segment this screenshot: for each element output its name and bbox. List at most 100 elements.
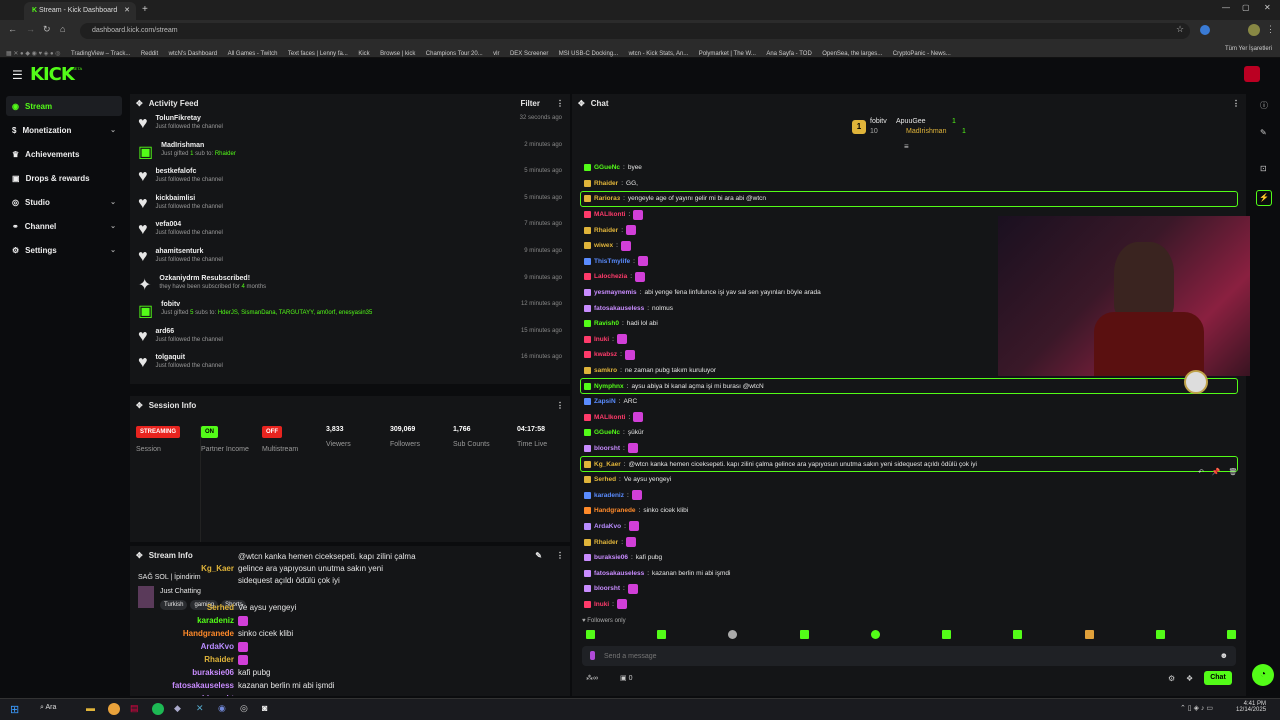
feed-username[interactable]: ard66 <box>156 328 223 335</box>
spotify-icon[interactable] <box>152 703 164 715</box>
chat-username[interactable]: Inuki <box>594 336 609 343</box>
app-icon[interactable]: ◎ <box>240 703 248 714</box>
bookmark-item[interactable]: OpenSea, the larges... <box>822 51 882 57</box>
chat-username[interactable]: Rariorаз <box>594 195 620 202</box>
drag-handle-icon[interactable]: ✥ <box>136 401 143 410</box>
discord-icon[interactable]: ◉ <box>218 703 226 714</box>
delete-icon[interactable]: 🗑 <box>1229 468 1238 476</box>
chat-username[interactable]: ArdaKvo <box>594 523 621 530</box>
chat-username[interactable]: Lalochezia <box>594 273 627 280</box>
chat-username[interactable]: Ravish0 <box>594 320 619 327</box>
reload-icon[interactable]: ↻ <box>43 24 51 35</box>
chat-username[interactable]: MALIkonti <box>594 414 625 421</box>
chat-username[interactable]: GGueNc <box>594 164 620 171</box>
obs-icon[interactable]: ◙ <box>262 703 267 713</box>
emote-icon[interactable] <box>1084 630 1094 639</box>
chat-username[interactable]: kwabsz <box>594 351 617 358</box>
chat-username[interactable]: ThisTmylife <box>594 258 630 265</box>
feed-username[interactable]: ahamitsenturk <box>156 248 223 255</box>
bookmark-item[interactable]: TradingView – Track... <box>71 51 130 57</box>
feed-username[interactable]: tolgaquit <box>156 354 223 361</box>
chat-username[interactable]: yesmaynemis <box>594 289 637 296</box>
url-input[interactable]: dashboard.kick.com/stream <box>80 23 1190 39</box>
chat-username[interactable]: fatosakauseless <box>594 305 644 312</box>
mod-tools-icon[interactable]: ❖ <box>1186 674 1193 683</box>
bookmark-item[interactable]: Ana Sayfa - TOD <box>766 51 811 57</box>
emote-icon[interactable] <box>728 630 738 639</box>
hamburger-menu-icon[interactable]: ☰ <box>12 68 23 82</box>
chat-username[interactable]: buraksie06 <box>594 554 628 561</box>
feed-username[interactable]: Ozkaniydrm Resubscribed! <box>159 275 266 282</box>
chat-username[interactable]: karadeniz <box>594 492 624 499</box>
bookmark-item[interactable]: wtcN's Dashboard <box>169 51 218 57</box>
chat-username[interactable]: Inuki <box>594 601 609 608</box>
emote-icon[interactable] <box>1155 630 1165 639</box>
chat-username[interactable]: GGueNc <box>594 429 620 436</box>
drag-handle-icon[interactable]: ✥ <box>136 551 143 560</box>
chat-username[interactable]: Kg_Kaer <box>594 461 621 468</box>
chat-username[interactable]: Rhaider <box>594 539 618 546</box>
browser-tab[interactable]: K Stream - Kick Dashboard ✕ <box>24 2 136 20</box>
back-icon[interactable]: ← <box>8 24 17 34</box>
close-window-icon[interactable]: ✕ <box>1264 3 1271 12</box>
more-options-icon[interactable]: ⋮ <box>1232 99 1240 108</box>
file-explorer-icon[interactable]: ▬ <box>86 703 95 713</box>
app-icon[interactable]: ▤ <box>130 703 139 714</box>
bookmark-item[interactable]: Polymarket | The W... <box>699 51 756 57</box>
lightning-icon[interactable]: ⚡ <box>1256 190 1272 206</box>
sidebar-item-monetization[interactable]: $ Monetization ⌄ <box>6 120 122 140</box>
sidebar-item-achievements[interactable]: ♛ Achievements <box>6 144 122 164</box>
windows-start-icon[interactable]: ⊞ <box>10 703 19 716</box>
steam-icon[interactable]: ◆ <box>174 703 181 714</box>
chat-username[interactable]: fatosakauseless <box>594 570 644 577</box>
bookmark-item[interactable]: DEX Screener <box>510 51 548 57</box>
chat-message-input[interactable] <box>604 648 1204 664</box>
maximize-icon[interactable]: ▢ <box>1242 3 1250 12</box>
drag-handle-icon[interactable]: ✥ <box>136 99 143 108</box>
chat-username[interactable]: MALIkonti <box>594 211 625 218</box>
home-icon[interactable]: ⌂ <box>60 24 65 34</box>
bookmark-item[interactable]: Text faces | Lenny fa... <box>288 51 348 57</box>
info-icon[interactable]: ⓘ <box>1260 100 1268 111</box>
sidebar-item-stream[interactable]: ◉ Stream <box>6 96 122 116</box>
kick-logo[interactable]: KICK <box>30 64 75 85</box>
feed-username[interactable]: MadIrishman <box>161 142 236 149</box>
forward-icon[interactable]: → <box>26 24 35 34</box>
menu-dots-icon[interactable]: ⋮ <box>1266 24 1275 35</box>
chat-username[interactable]: ZapsiN <box>594 398 616 405</box>
sidebar-item-drops[interactable]: ▣ Drops & rewards <box>6 168 122 188</box>
chat-username[interactable]: samkro <box>594 367 617 374</box>
send-chat-button[interactable]: Chat <box>1204 671 1232 685</box>
sidebar-item-studio[interactable]: ◎ Studio ⌄ <box>6 192 122 212</box>
user-avatar[interactable] <box>1244 66 1260 82</box>
apps-icon[interactable]: ▦ ✕ ● ◆ ◉ ♥ ◈ ● ◎ <box>6 50 61 57</box>
drag-handle-icon[interactable]: ✥ <box>578 99 585 108</box>
emote-icon[interactable] <box>870 630 880 639</box>
bookmark-item[interactable]: Champions Tour 20... <box>426 51 483 57</box>
chat-username[interactable]: bloorsht <box>594 585 620 592</box>
bookmark-item[interactable]: All Games - Twitch <box>228 51 278 57</box>
reply-icon[interactable]: ↶ <box>1198 468 1204 476</box>
chat-username[interactable]: Serhed <box>594 476 616 483</box>
emote-icon[interactable] <box>586 630 595 639</box>
chat-username[interactable]: Rhaider <box>594 227 618 234</box>
chat-username[interactable]: wiwex <box>594 242 613 249</box>
emote-icon[interactable] <box>1226 630 1236 639</box>
emote-icon[interactable] <box>799 630 809 639</box>
feed-username[interactable]: fobitv <box>161 301 372 308</box>
feed-username[interactable]: kickbaimlisi <box>156 195 223 202</box>
more-options-icon[interactable]: ⋮ <box>556 551 564 560</box>
bookmark-item[interactable]: wtcn - Kick Stats, An... <box>629 51 689 57</box>
chat-username[interactable]: Handgranede <box>594 507 636 514</box>
bookmark-star-icon[interactable]: ☆ <box>1176 24 1184 35</box>
bookmark-item[interactable]: MSI USB-C Docking... <box>559 51 618 57</box>
feed-username[interactable]: bestkefalofc <box>156 168 223 175</box>
chat-username[interactable]: bloorsht <box>594 445 620 452</box>
profile-avatar[interactable] <box>1248 24 1260 36</box>
app-icon[interactable]: ✕ <box>196 703 204 714</box>
help-chat-icon[interactable]: ◔ <box>1252 664 1274 686</box>
sidebar-item-channel[interactable]: ⚭ Channel ⌄ <box>6 216 122 236</box>
emote-icon[interactable] <box>1013 630 1023 639</box>
system-tray-icons[interactable]: ⌃ ▯ ◈ ♪ ▭ <box>1180 704 1213 712</box>
settings-gear-icon[interactable]: ⚙ <box>1168 674 1175 683</box>
